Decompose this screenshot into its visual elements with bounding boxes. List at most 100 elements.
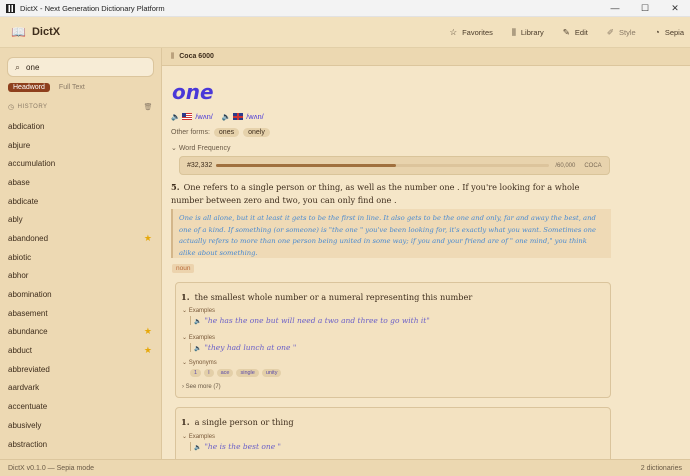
history-word: abiotic — [8, 252, 32, 262]
brush-icon: ✐ — [606, 26, 614, 37]
search-input[interactable] — [26, 62, 137, 72]
search-box[interactable]: ⌕ — [7, 57, 154, 77]
history-list: abdication abjure accumulation abase abdicat… — [0, 117, 161, 453]
synonym-list: 1 I ace single unity — [190, 369, 284, 377]
history-word: abjure — [8, 140, 31, 150]
sense-number: 1. — [181, 417, 190, 427]
search-icon: ⌕ — [15, 61, 21, 72]
history-word: abase — [8, 177, 30, 187]
history-word: abstraction — [8, 439, 48, 449]
history-item[interactable]: abase — [0, 173, 161, 192]
sense-card: 1. a single person or thing ⌄ Examples 🔈 "… — [175, 407, 611, 459]
star-icon[interactable]: ★ — [144, 345, 152, 356]
synonym-chip[interactable]: ace — [216, 369, 234, 377]
trash-icon[interactable]: 🗑 — [144, 103, 153, 111]
logo-text: DictX — [31, 26, 61, 38]
frequency-bar — [216, 164, 550, 167]
window-titlebar: DictX - Next Generation Dictionary Platf… — [0, 0, 690, 17]
history-item[interactable]: abhor — [0, 267, 161, 286]
part-of-speech-badge: noun — [172, 264, 195, 273]
chevron-down-icon: ⌄ — [182, 308, 189, 314]
maximize-button[interactable]: ☐ — [630, 0, 660, 17]
nav-label: Favorites — [462, 27, 493, 37]
synonym-chip[interactable]: 1 — [190, 369, 202, 377]
theme-icon: ◔ — [654, 27, 660, 37]
book-icon: 📖 — [11, 25, 26, 39]
nav-label: Sepia — [664, 27, 684, 37]
synonym-chip[interactable]: single — [236, 369, 259, 377]
history-item[interactable]: ably — [0, 210, 161, 229]
speaker-icon[interactable]: 🔈 — [171, 112, 180, 121]
history-item[interactable]: abomination — [0, 285, 161, 304]
frequency-rank: #32,332 — [187, 162, 213, 169]
history-item[interactable]: abdicate — [0, 192, 161, 211]
word-frequency-toggle[interactable]: ⌄ Word Frequency — [171, 144, 230, 152]
us-ipa[interactable]: /wʌn/ — [195, 112, 213, 121]
history-word: aardvark — [8, 383, 40, 393]
sense-number: 1. — [181, 292, 190, 302]
examples-toggle[interactable]: ⌄ Examples — [182, 334, 215, 341]
speaker-icon[interactable]: 🔈 — [194, 444, 201, 451]
history-item[interactable]: abusively — [0, 416, 161, 435]
history-item[interactable]: abdication — [0, 117, 161, 136]
history-item[interactable]: abundance ★ — [0, 323, 161, 342]
form-chip[interactable]: ones — [213, 128, 240, 137]
usage-note: One is all alone, but it at least it get… — [171, 209, 611, 258]
mode-full-text[interactable]: Full Text — [54, 83, 90, 92]
history-item[interactable]: aardvark — [0, 379, 161, 398]
minimize-button[interactable]: — — [600, 0, 630, 17]
sense-card: 1. the smallest whole number or a numeral… — [175, 282, 611, 398]
history-word: abusively — [8, 420, 42, 430]
speaker-icon[interactable]: 🔈 — [194, 345, 201, 352]
star-icon[interactable]: ★ — [144, 233, 152, 244]
synonym-chip[interactable]: unity — [261, 369, 282, 377]
definition-number: 5. — [171, 182, 180, 192]
examples-toggle[interactable]: ⌄ Examples — [182, 307, 215, 314]
speaker-icon[interactable]: 🔈 — [222, 112, 231, 121]
history-item[interactable]: abjure — [0, 136, 161, 155]
uk-ipa[interactable]: /wʌn/ — [246, 112, 264, 121]
nav-sepia[interactable]: ◔ Sepia — [655, 27, 684, 37]
history-item[interactable]: abbreviated — [0, 360, 161, 379]
examples-toggle[interactable]: ⌄ Examples — [182, 433, 215, 440]
examples-label: Examples — [188, 308, 216, 314]
history-item[interactable]: abduct ★ — [0, 341, 161, 360]
dictionary-source-bar: ⫼ Coca 6000 — [162, 48, 690, 66]
speaker-icon[interactable]: 🔈 — [194, 318, 201, 325]
sense-title: 1. the smallest whole number or a numeral… — [181, 292, 472, 302]
example-sentence: 🔈 "he has the one but will need a two and… — [190, 316, 430, 325]
examples-label: Examples — [188, 434, 216, 440]
history-item[interactable]: abstraction — [0, 435, 161, 454]
history-word: abomination — [8, 290, 52, 300]
logo[interactable]: 📖 DictX — [11, 25, 60, 39]
synonyms-toggle[interactable]: ⌄ Synonyms — [182, 359, 217, 366]
sense-gloss: a single person or thing — [194, 417, 294, 427]
nav-favorites[interactable]: ☆ Favorites — [449, 27, 492, 38]
see-more-toggle[interactable]: › See more (7) — [182, 384, 221, 390]
history-item[interactable]: abiotic — [0, 248, 161, 267]
nav-library[interactable]: ⫼ Library — [512, 27, 544, 38]
history-word: accentuate — [8, 402, 48, 412]
history-item[interactable]: abandoned ★ — [0, 229, 161, 248]
form-chip[interactable]: onely — [243, 128, 270, 137]
history-word: accumulation — [8, 159, 56, 169]
app-header: 📖 DictX ☆ Favorites ⫼ Library ✎ Edit ✐ Style… — [0, 17, 690, 48]
star-icon[interactable]: ★ — [144, 326, 152, 337]
nav-style[interactable]: ✐ Style — [607, 27, 636, 38]
example-sentence: 🔈 "he is the best one " — [190, 442, 281, 451]
history-item[interactable]: accentuate — [0, 397, 161, 416]
status-version: DictX v0.1.0 — Sepia mode — [8, 464, 94, 472]
nav-label: Style — [618, 27, 636, 37]
nav-edit[interactable]: ✎ Edit — [563, 27, 588, 38]
history-word: abduct — [8, 346, 33, 356]
synonym-chip[interactable]: I — [204, 369, 214, 377]
headword: one — [172, 80, 214, 104]
uk-flag-icon — [233, 113, 244, 120]
nav-label: Library — [520, 27, 544, 37]
main-definition: 5. One refers to a single person or thing… — [171, 181, 611, 207]
mode-headword[interactable]: Headword — [8, 83, 50, 92]
history-item[interactable]: accumulation — [0, 154, 161, 173]
close-button[interactable]: ✕ — [660, 0, 690, 17]
history-item[interactable]: abasement — [0, 304, 161, 323]
status-dictionary-count: 2 dictionaries — [640, 464, 682, 472]
